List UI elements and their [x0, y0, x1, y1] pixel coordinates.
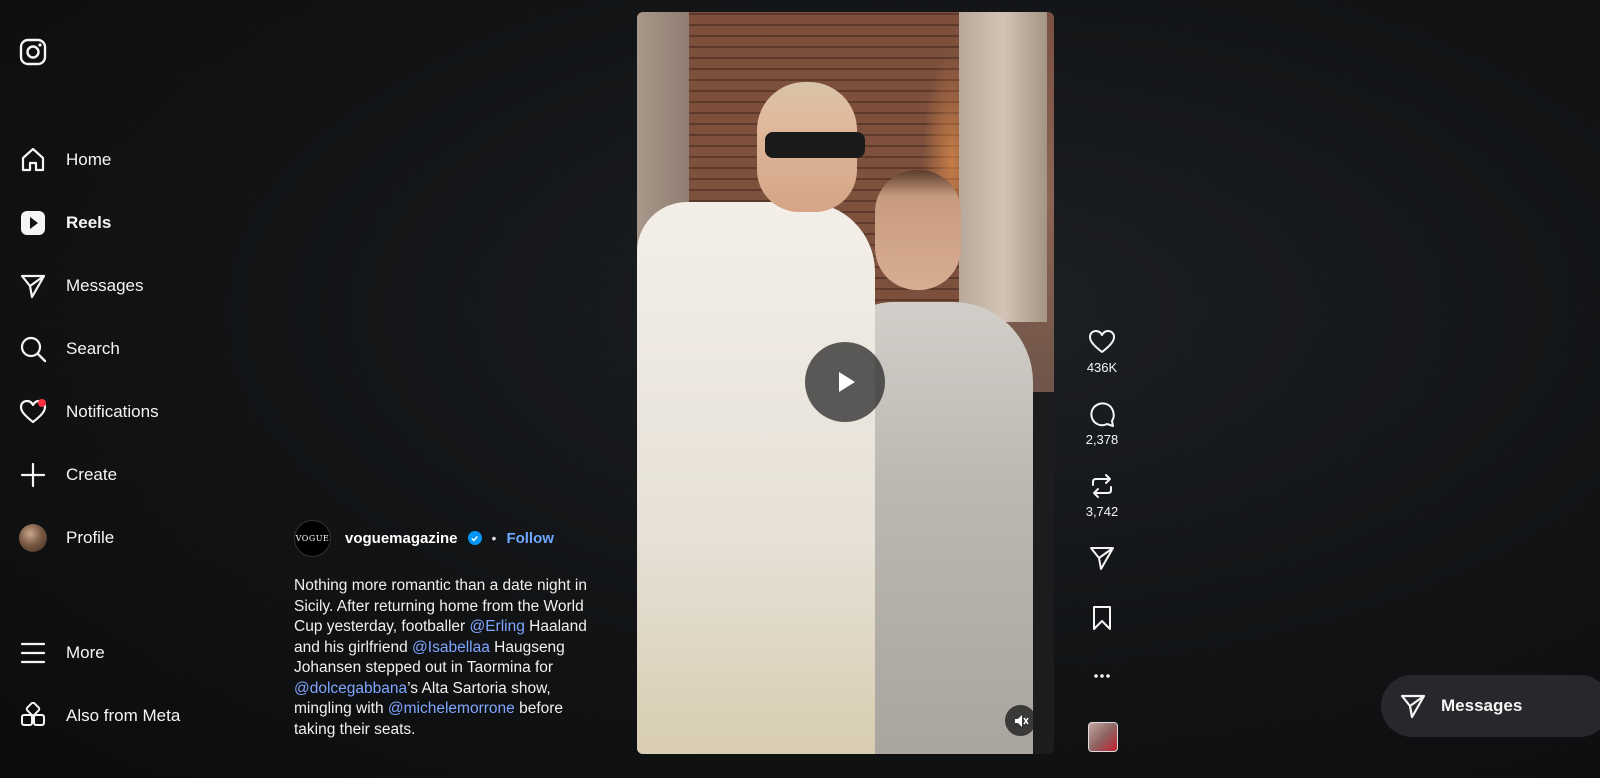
- nav-profile[interactable]: Profile: [18, 518, 114, 558]
- nav-home-label: Home: [66, 150, 112, 169]
- nav-more-label: More: [66, 643, 105, 662]
- nav-messages-label: Messages: [66, 276, 144, 295]
- reel-video[interactable]: [637, 12, 1054, 754]
- mention-link[interactable]: @Isabellaa: [412, 639, 490, 656]
- video-background: [959, 12, 1047, 322]
- messages-floating-label: Messages: [1441, 696, 1523, 715]
- repost-count: 3,742: [1085, 504, 1119, 519]
- repost-icon: [1092, 474, 1112, 498]
- mention-link[interactable]: @Erling: [469, 618, 524, 635]
- grid-icon: [18, 701, 48, 731]
- nav-reels-label: Reels: [66, 213, 112, 232]
- account-avatar[interactable]: VOGUE: [294, 519, 331, 557]
- paper-plane-icon: [18, 271, 48, 301]
- separator: •: [491, 530, 497, 546]
- comment-button[interactable]: 2,378: [1078, 400, 1126, 447]
- post-info: VOGUE voguemagazine • Follow Nothing mor…: [294, 519, 614, 740]
- instagram-logo-icon[interactable]: [18, 37, 48, 67]
- nav-create[interactable]: Create: [18, 455, 117, 495]
- video-figure: [875, 170, 961, 290]
- account-name[interactable]: voguemagazine: [345, 530, 458, 547]
- nav-create-label: Create: [66, 465, 118, 484]
- follow-button[interactable]: Follow: [506, 530, 554, 547]
- paper-plane-icon: [1090, 547, 1114, 570]
- nav-profile-label: Profile: [66, 528, 115, 547]
- nav-also-from-meta-label: Also from Meta: [66, 706, 181, 725]
- nav-notifications-label: Notifications: [66, 402, 159, 421]
- comment-count: 2,378: [1085, 432, 1119, 447]
- video-figure: [637, 202, 875, 754]
- nav-search-label: Search: [66, 339, 120, 358]
- play-icon: [839, 372, 855, 392]
- verified-badge-icon: [467, 531, 482, 545]
- nav-also-from-meta[interactable]: Also from Meta: [18, 696, 180, 736]
- heart-icon: [18, 397, 48, 427]
- like-count: 436K: [1086, 360, 1118, 375]
- like-button[interactable]: 436K: [1078, 328, 1126, 375]
- nav-search[interactable]: Search: [18, 329, 120, 369]
- nav-more[interactable]: More: [18, 633, 105, 673]
- post-caption: Nothing more romantic than a date night …: [294, 576, 604, 740]
- mute-button[interactable]: [1005, 705, 1036, 736]
- nav-home[interactable]: Home: [18, 140, 111, 180]
- mention-link[interactable]: @michelemorrone: [388, 700, 515, 717]
- home-icon: [18, 145, 48, 175]
- comment-icon: [1090, 402, 1115, 427]
- nav-reels[interactable]: Reels: [18, 203, 111, 243]
- mention-link[interactable]: @dolcegabbana: [294, 680, 407, 697]
- messages-floating-button[interactable]: Messages: [1381, 675, 1600, 737]
- profile-avatar: [18, 523, 48, 553]
- nav-notifications[interactable]: Notifications: [18, 392, 159, 432]
- sidebar: Home Reels Messages Search Notifications…: [0, 0, 260, 778]
- nav-messages[interactable]: Messages: [18, 266, 143, 306]
- paper-plane-icon: [1400, 694, 1426, 719]
- heart-icon: [1089, 330, 1115, 353]
- audio-thumbnail[interactable]: [1088, 722, 1118, 752]
- repost-button[interactable]: 3,742: [1078, 472, 1126, 519]
- reels-icon: [18, 208, 48, 238]
- video-figure: [765, 132, 865, 158]
- more-options-button[interactable]: [1078, 664, 1126, 688]
- more-dots-icon: [1094, 674, 1110, 678]
- search-icon: [18, 334, 48, 364]
- play-button[interactable]: [805, 342, 885, 422]
- notification-badge: [38, 399, 46, 407]
- bookmark-icon: [1093, 606, 1111, 630]
- plus-icon: [18, 460, 48, 490]
- save-button[interactable]: [1078, 604, 1126, 632]
- share-button[interactable]: [1078, 544, 1126, 572]
- muted-speaker-icon: [1014, 714, 1029, 727]
- menu-icon: [18, 638, 48, 668]
- account-row: VOGUE voguemagazine • Follow: [294, 519, 614, 557]
